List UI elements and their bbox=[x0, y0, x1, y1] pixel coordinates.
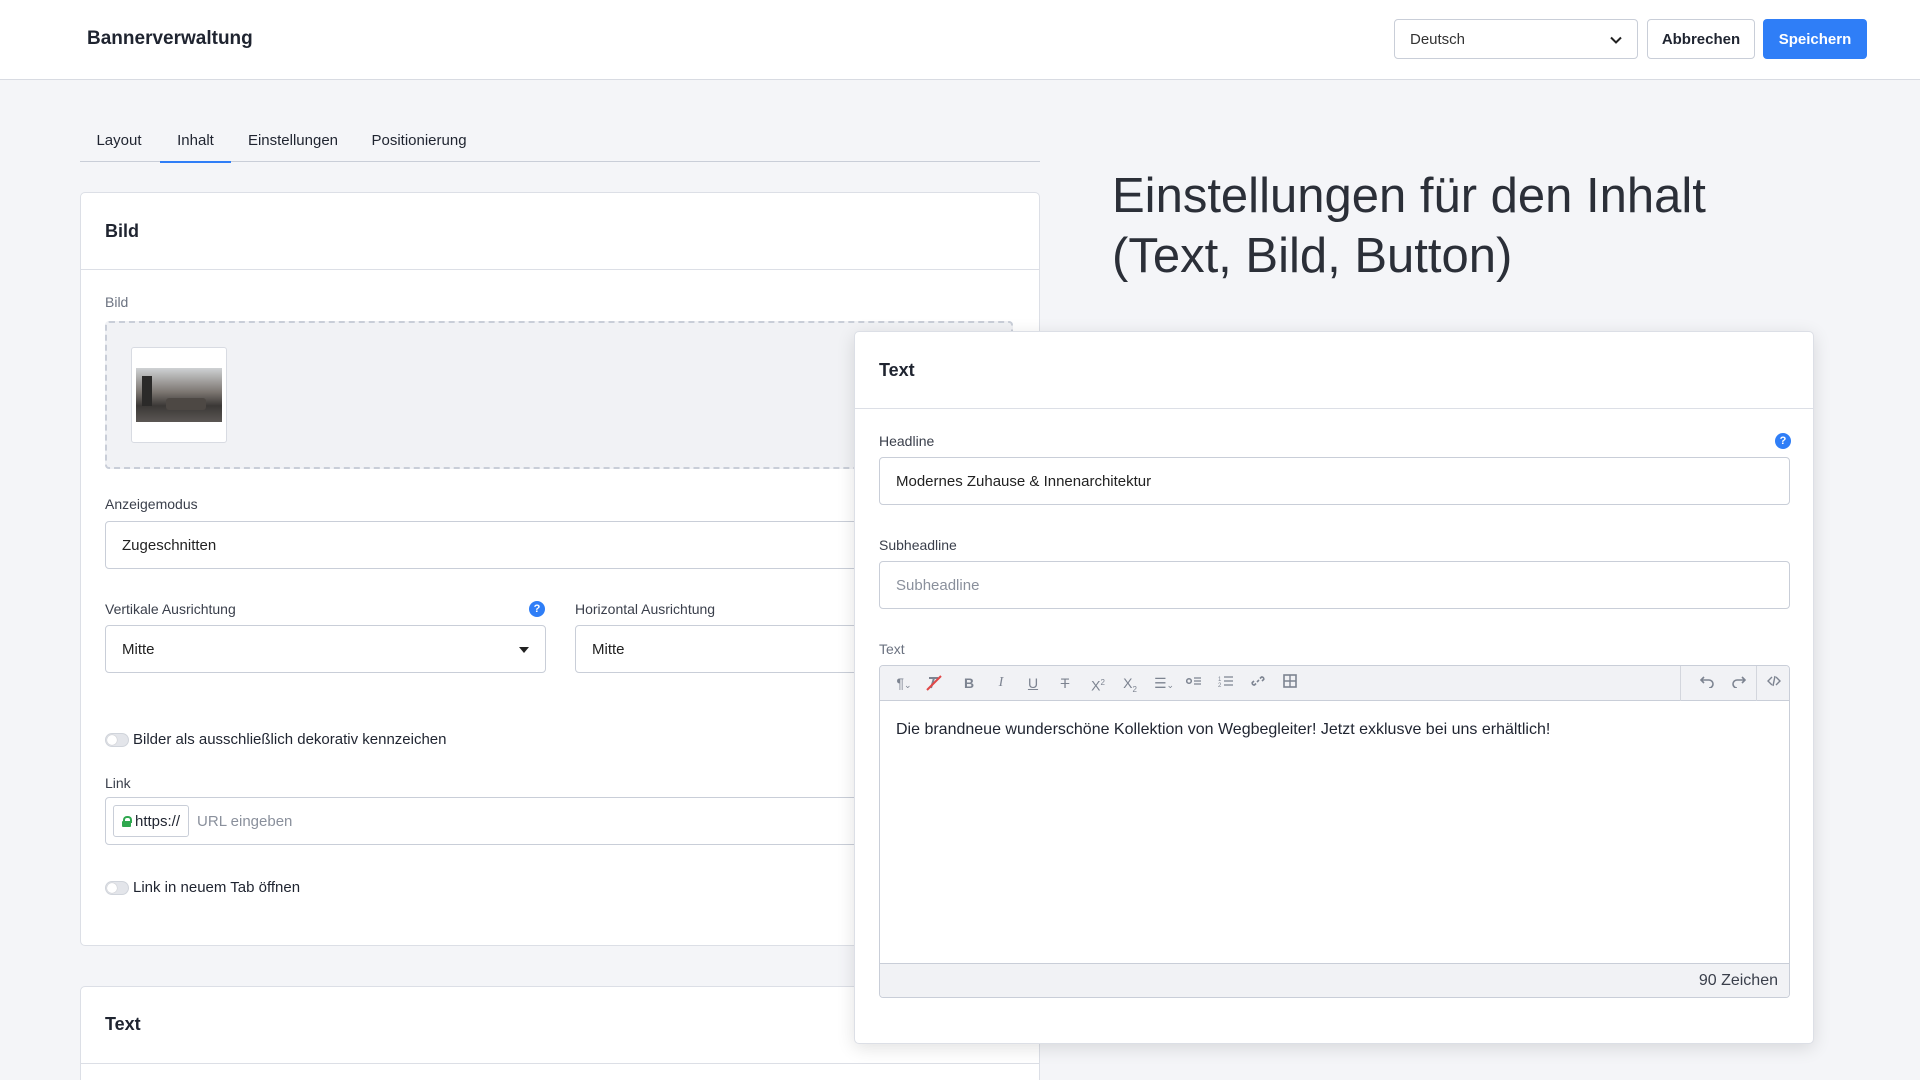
cancel-button[interactable]: Abbrechen bbox=[1647, 19, 1755, 59]
editor-toolbar: ¶⌄ B I U T X2 X2 ☰⌄ 12 bbox=[880, 666, 1789, 701]
language-select-value: Deutsch bbox=[1410, 30, 1466, 48]
undo-icon[interactable] bbox=[1698, 674, 1716, 692]
thumbnail-image bbox=[136, 368, 222, 422]
superscript-icon[interactable]: X2 bbox=[1088, 674, 1108, 694]
redo-icon[interactable] bbox=[1730, 674, 1748, 692]
vertical-alignment-label: Vertikale Ausrichtung bbox=[105, 601, 236, 617]
image-label: Bild bbox=[105, 294, 129, 310]
table-icon[interactable] bbox=[1280, 674, 1300, 692]
editor-content[interactable]: Die brandneue wunderschöne Kollektion vo… bbox=[880, 701, 1789, 964]
code-icon[interactable] bbox=[1764, 674, 1784, 692]
tab-layout[interactable]: Layout bbox=[80, 126, 158, 162]
card-title: Text bbox=[105, 1014, 141, 1034]
decorative-toggle[interactable] bbox=[105, 733, 129, 747]
divider bbox=[855, 408, 1813, 409]
new-tab-toggle[interactable] bbox=[105, 881, 129, 895]
divider bbox=[81, 1063, 1039, 1064]
lock-icon bbox=[122, 816, 132, 827]
tab-inhalt[interactable]: Inhalt bbox=[160, 126, 231, 163]
subheadline-label: Subheadline bbox=[879, 537, 957, 553]
toolbar-separator bbox=[1756, 666, 1757, 701]
subheadline-input[interactable]: Subheadline bbox=[879, 561, 1790, 609]
horizontal-alignment-label: Horizontal Ausrichtung bbox=[575, 601, 716, 617]
link-placeholder: URL eingeben bbox=[197, 812, 293, 830]
paragraph-icon[interactable]: ¶⌄ bbox=[890, 674, 918, 692]
help-icon[interactable]: ? bbox=[529, 601, 545, 617]
clear-format-icon[interactable] bbox=[924, 674, 944, 692]
vertical-alignment-select[interactable]: Mitte bbox=[105, 625, 546, 673]
divider bbox=[81, 269, 1039, 270]
vertical-alignment-value: Mitte bbox=[122, 640, 155, 658]
protocol-text: https:// bbox=[135, 812, 181, 830]
protocol-chip[interactable]: https:// bbox=[113, 805, 190, 837]
image-thumbnail[interactable] bbox=[131, 347, 227, 443]
tab-einstellungen[interactable]: Einstellungen bbox=[240, 126, 346, 162]
caret-down-icon bbox=[519, 641, 529, 658]
card-title: Bild bbox=[105, 221, 139, 241]
text-label: Text bbox=[879, 641, 905, 657]
chevron-down-icon bbox=[1610, 31, 1622, 48]
toolbar-separator bbox=[1680, 666, 1681, 701]
headline-input[interactable]: Modernes Zuhause & Innenarchitektur bbox=[879, 457, 1790, 505]
character-count: 90 Zeichen bbox=[880, 963, 1789, 997]
language-select[interactable]: Deutsch bbox=[1394, 19, 1638, 59]
headline-label: Headline bbox=[879, 433, 935, 449]
bold-icon[interactable]: B bbox=[960, 674, 978, 692]
subscript-icon[interactable]: X2 bbox=[1120, 674, 1140, 694]
svg-text:2: 2 bbox=[1218, 683, 1222, 688]
tab-positionierung[interactable]: Positionierung bbox=[360, 126, 478, 162]
text-panel: Text Headline ? Modernes Zuhause & Innen… bbox=[854, 331, 1814, 1044]
numbered-list-icon[interactable]: 12 bbox=[1216, 674, 1236, 692]
panel-title: Text bbox=[879, 360, 915, 380]
app-title: Bannerverwaltung bbox=[87, 28, 253, 49]
help-icon[interactable]: ? bbox=[1775, 433, 1791, 449]
top-bar: Bannerverwaltung Deutsch Abbrechen Speic… bbox=[0, 0, 1920, 80]
decorative-toggle-label: Bilder als ausschließlich dekorativ kenn… bbox=[133, 731, 447, 748]
strikethrough-icon[interactable]: T bbox=[1056, 674, 1074, 692]
annotation-heading: Einstellungen für den Inhalt (Text, Bild… bbox=[1112, 169, 1706, 283]
bullet-list-icon[interactable] bbox=[1184, 674, 1204, 692]
align-icon[interactable]: ☰⌄ bbox=[1150, 674, 1178, 692]
tab-bar: Layout Inhalt Einstellungen Positionieru… bbox=[80, 126, 1040, 163]
save-button[interactable]: Speichern bbox=[1763, 19, 1867, 59]
new-tab-toggle-label: Link in neuem Tab öffnen bbox=[133, 879, 301, 896]
rich-text-editor: ¶⌄ B I U T X2 X2 ☰⌄ 12 Die brandneue wun… bbox=[879, 665, 1790, 998]
italic-icon[interactable]: I bbox=[992, 674, 1010, 692]
underline-icon[interactable]: U bbox=[1024, 674, 1042, 692]
link-icon[interactable] bbox=[1248, 674, 1268, 692]
link-label: Link bbox=[105, 775, 131, 791]
display-mode-label: Anzeigemodus bbox=[105, 496, 198, 512]
